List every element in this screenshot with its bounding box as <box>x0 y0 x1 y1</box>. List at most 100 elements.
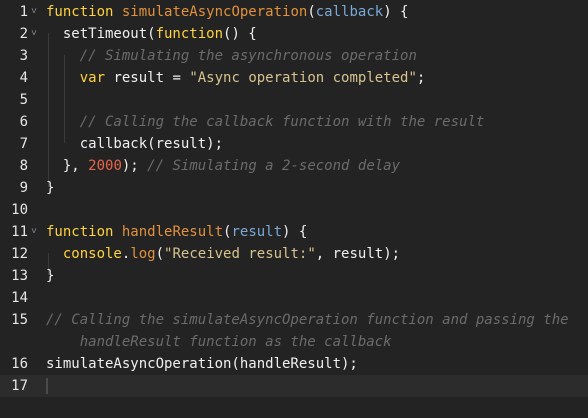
text-cursor <box>46 378 48 394</box>
code-token: function <box>46 4 114 20</box>
code-segment: // Calling the simulateAsyncOperation fu… <box>46 309 580 331</box>
code-segment: // Simulating the asynchronous operation <box>46 45 580 67</box>
line-number: 3 <box>19 48 28 64</box>
line-number: 17 <box>11 378 28 394</box>
line-number: 5 <box>19 92 28 108</box>
code-token: ) { <box>282 224 308 240</box>
code-segment-wrapped: handleResult function as the callback <box>46 331 580 353</box>
code-editor[interactable]: 1 ˅ function simulateAsyncOperation(callba… <box>0 0 588 418</box>
code-token: ) { <box>383 4 409 20</box>
code-text[interactable]: function handleResult(result) { <box>46 221 580 243</box>
code-text[interactable]: simulateAsyncOperation(handleResult); <box>46 353 580 375</box>
code-token: handleResult function as the callback <box>46 334 392 350</box>
code-text[interactable]: setTimeout(function() { <box>46 23 580 45</box>
line-number: 13 <box>11 268 28 284</box>
code-text[interactable]: // Calling the callback function with th… <box>46 111 580 133</box>
line-number: 10 <box>11 202 28 218</box>
code-token: console <box>62 246 122 262</box>
code-segment: console.log("Received result:", result); <box>46 243 580 265</box>
line-number: 7 <box>19 136 28 152</box>
line-number: 16 <box>11 356 28 372</box>
line-number: 6 <box>19 114 28 130</box>
code-text[interactable]: // Simulating the asynchronous operation <box>46 45 580 67</box>
code-segment: var result = "Async operation completed"… <box>46 67 580 89</box>
code-line[interactable]: 11 ˅ function handleResult(result) { <box>0 221 588 243</box>
code-text[interactable]: } <box>46 265 580 287</box>
code-token: } <box>46 180 55 196</box>
code-line[interactable]: 1 ˅ function simulateAsyncOperation(callba… <box>0 1 588 23</box>
code-token: ( <box>155 246 165 262</box>
code-token: callback <box>315 4 384 20</box>
code-segment: }, 2000); // Simulating a 2-second delay <box>46 155 580 177</box>
code-segment: } <box>46 265 580 287</box>
code-text[interactable]: // Calling the simulateAsyncOperation fu… <box>46 309 580 353</box>
code-token: }, <box>46 158 89 174</box>
code-line[interactable]: 7 callback(result); <box>0 133 588 155</box>
code-text[interactable]: callback(result); <box>46 133 580 155</box>
code-token: handleResult <box>121 224 224 240</box>
code-text[interactable]: }, 2000); // Simulating a 2-second delay <box>46 155 580 177</box>
code-segment: } <box>46 177 580 199</box>
code-segment: function handleResult(result) { <box>46 221 580 243</box>
code-line[interactable]: 8 }, 2000); // Simulating a 2-second del… <box>0 155 588 177</box>
code-token: , result); <box>315 246 401 262</box>
code-line[interactable]: 16 simulateAsyncOperation(handleResult); <box>0 353 588 375</box>
code-segment: simulateAsyncOperation(handleResult); <box>46 353 580 375</box>
code-token: "Received result:" <box>164 246 316 262</box>
collapse-arrow-icon[interactable]: ˅ <box>31 23 41 45</box>
code-token: // Simulating the asynchronous operation <box>79 48 417 64</box>
code-text[interactable]: function simulateAsyncOperation(callback… <box>46 1 580 23</box>
code-token: result = <box>105 70 190 86</box>
code-segment: // Calling the callback function with th… <box>46 111 580 133</box>
line-number: 8 <box>19 158 28 174</box>
code-line[interactable]: 4 var result = "Async operation complete… <box>0 67 588 89</box>
code-token: ; <box>416 70 426 86</box>
code-token: // Calling the simulateAsyncOperation fu… <box>46 312 569 328</box>
code-line[interactable]: 14 <box>0 287 588 309</box>
code-line[interactable]: 3 // Simulating the asynchronous operati… <box>0 45 588 67</box>
code-token: result <box>231 224 283 240</box>
code-line[interactable]: 13} <box>0 265 588 287</box>
code-line[interactable]: 5 <box>0 89 588 111</box>
code-token: var <box>79 70 106 86</box>
code-line[interactable]: 9} <box>0 177 588 199</box>
collapse-arrow-icon[interactable]: ˅ <box>31 1 41 23</box>
line-number: 12 <box>11 246 28 262</box>
code-token: () { <box>223 26 257 42</box>
code-token: // Simulating a 2-second delay <box>147 158 401 174</box>
code-token: // Calling the callback function with th… <box>79 114 485 130</box>
code-text[interactable]: var result = "Async operation completed"… <box>46 67 580 89</box>
code-token: setTimeout( <box>46 26 156 42</box>
code-token: function <box>155 26 224 42</box>
line-number: 1 <box>19 4 28 20</box>
code-line[interactable]: 15 // Calling the simulateAsyncOperation … <box>0 309 588 353</box>
code-token: ( <box>307 4 316 20</box>
code-token: log <box>130 246 156 262</box>
code-token: } <box>46 268 55 284</box>
code-token: 2000 <box>88 158 122 174</box>
code-line[interactable]: 12 console.log("Received result:", resul… <box>0 243 588 265</box>
line-number: 11 <box>11 224 28 240</box>
code-token: "Async operation completed" <box>189 70 417 86</box>
line-number: 4 <box>19 70 28 86</box>
code-line[interactable]: 17 <box>0 375 588 397</box>
collapse-arrow-icon[interactable]: ˅ <box>31 221 41 243</box>
code-line[interactable]: 2 ˅ setTimeout(function() { <box>0 23 588 45</box>
code-token: callback(result); <box>46 136 224 152</box>
line-number: 15 <box>11 312 28 328</box>
code-text[interactable]: console.log("Received result:", result); <box>46 243 580 265</box>
code-segment: callback(result); <box>46 133 580 155</box>
code-token: function <box>46 224 114 240</box>
code-text[interactable]: } <box>46 177 580 199</box>
code-line[interactable]: 6 // Calling the callback function with … <box>0 111 588 133</box>
code-segment: function simulateAsyncOperation(callback… <box>46 1 580 23</box>
code-line[interactable]: 10 <box>0 199 588 221</box>
line-number: 2 <box>19 26 28 42</box>
line-number: 9 <box>19 180 28 196</box>
